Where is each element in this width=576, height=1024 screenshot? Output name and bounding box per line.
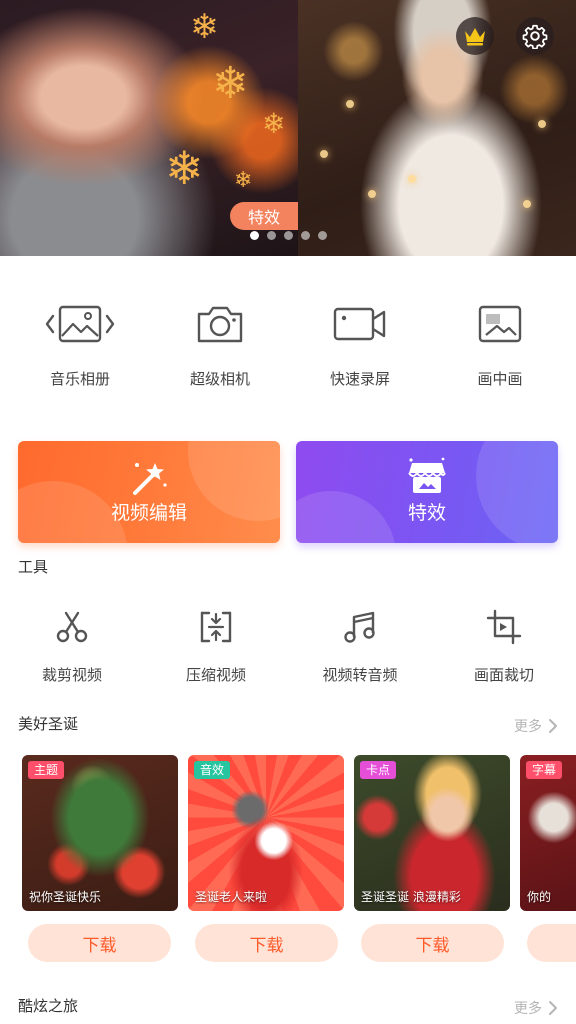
pagination-dot[interactable]: [250, 231, 259, 240]
tool-label: 视频转音频: [322, 666, 398, 684]
download-button[interactable]: 下载: [195, 924, 338, 962]
scissors-icon: [48, 606, 96, 648]
quick-tool-label: 快速录屏: [329, 370, 390, 388]
vip-button[interactable]: [456, 17, 494, 55]
tool-trim-video[interactable]: 裁剪视频: [0, 606, 144, 686]
sparkle-icon: [538, 120, 546, 128]
picture-in-picture-icon: [464, 296, 536, 352]
quick-tool-label: 画中画: [477, 370, 523, 388]
snowflake-icon: ❄: [262, 107, 286, 140]
tool-compress-video[interactable]: 压缩视频: [144, 606, 288, 686]
tools-section-title: 工具: [18, 558, 49, 576]
settings-button[interactable]: [516, 17, 554, 55]
card-decoration: [476, 441, 558, 543]
template-badge: 主题: [28, 761, 65, 779]
template-badge: 卡点: [360, 761, 397, 779]
snowflake-icon: ❄: [190, 7, 219, 47]
more-label: 更多: [514, 719, 542, 735]
crop-icon: [480, 606, 528, 648]
quick-tool-music-album[interactable]: 音乐相册: [10, 296, 150, 396]
card-decoration: [188, 441, 280, 521]
template-caption: 你的: [527, 890, 552, 904]
quick-tool-label: 超级相机: [189, 370, 250, 388]
video-edit-card[interactable]: 视频编辑: [18, 441, 280, 543]
video-edit-label: 视频编辑: [110, 502, 187, 524]
hero-banner[interactable]: ❄ ❄ ❄ ❄ ❄ 特效: [0, 0, 576, 256]
tool-label: 裁剪视频: [41, 666, 102, 684]
download-button[interactable]: 下载: [361, 924, 504, 962]
quick-tool-label: 音乐相册: [49, 370, 110, 388]
download-button[interactable]: [527, 924, 576, 962]
crown-icon: [465, 28, 485, 46]
quick-tool-pip[interactable]: 画中画: [430, 296, 570, 396]
template-caption: 祝你圣诞快乐: [29, 890, 102, 904]
travel-more-link[interactable]: 更多: [514, 998, 558, 1018]
template-badge: 音效: [194, 761, 231, 779]
camera-icon: [184, 296, 256, 352]
template-card[interactable]: 主题 祝你圣诞快乐: [22, 755, 178, 911]
template-badge: 字幕: [526, 761, 563, 779]
compress-icon: [192, 606, 240, 648]
template-card[interactable]: 卡点 圣诞圣诞 浪漫精彩: [354, 755, 510, 911]
christmas-more-link[interactable]: 更多: [514, 716, 558, 736]
pagination-dot[interactable]: [284, 231, 293, 240]
template-card[interactable]: 音效 圣诞老人来啦: [188, 755, 344, 911]
chevron-right-icon: [549, 1001, 557, 1015]
card-decoration: [296, 491, 396, 543]
christmas-section-title: 美好圣诞: [18, 715, 79, 733]
pagination-dot[interactable]: [301, 231, 310, 240]
snowflake-icon: ❄: [165, 141, 204, 195]
pagination-dot[interactable]: [267, 231, 276, 240]
quick-tool-super-camera[interactable]: 超级相机: [150, 296, 290, 396]
template-caption: 圣诞老人来啦: [195, 890, 268, 904]
tool-video-to-audio[interactable]: 视频转音频: [288, 606, 432, 686]
music-album-icon: [44, 296, 116, 352]
sparkle-icon: [346, 100, 354, 108]
store-icon: [408, 457, 446, 493]
template-card[interactable]: 字幕 你的: [520, 755, 576, 911]
tool-crop-frame[interactable]: 画面裁切: [432, 606, 576, 686]
sparkle-icon: [523, 200, 531, 208]
sparkle-icon: [408, 175, 416, 183]
music-note-icon: [336, 606, 384, 648]
tool-label: 画面裁切: [473, 666, 534, 684]
effects-card[interactable]: 特效: [296, 441, 558, 543]
snowflake-icon: ❄: [212, 58, 249, 109]
banner-pagination: [250, 231, 327, 240]
screen-record-icon: [324, 296, 396, 352]
download-button[interactable]: 下载: [28, 924, 171, 962]
tools-row: 裁剪视频 压缩视频 视频转音频 画面裁切: [0, 606, 576, 686]
more-label: 更多: [514, 1001, 542, 1017]
magic-wand-icon: [133, 463, 167, 495]
tool-label: 压缩视频: [185, 666, 246, 684]
chevron-right-icon: [549, 719, 557, 733]
effects-label: 特效: [407, 502, 446, 524]
sparkle-icon: [320, 150, 328, 158]
pagination-dot[interactable]: [318, 231, 327, 240]
snowflake-icon: ❄: [234, 168, 253, 193]
banner-tag: 特效: [230, 202, 298, 230]
sparkle-icon: [368, 190, 376, 198]
travel-section-title: 酷炫之旅: [18, 997, 79, 1015]
quick-tools-row: 音乐相册 超级相机 快速录屏 画中画: [0, 296, 576, 396]
template-caption: 圣诞圣诞 浪漫精彩: [361, 890, 461, 904]
gear-icon: [522, 24, 548, 49]
quick-tool-screen-record[interactable]: 快速录屏: [290, 296, 430, 396]
